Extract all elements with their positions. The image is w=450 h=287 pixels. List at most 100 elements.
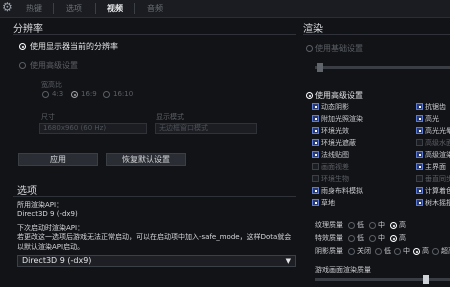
checkbox-label: 法线贴图 xyxy=(321,151,349,159)
shadow-off-label: 关闭 xyxy=(357,247,371,255)
checkbox[interactable] xyxy=(416,163,423,170)
checkbox-label: 环境光遮蔽 xyxy=(321,139,356,147)
radio-advanced-resolution[interactable] xyxy=(19,62,26,69)
divider xyxy=(303,34,450,35)
shadow-mid-label: 中 xyxy=(403,247,410,255)
restore-defaults-button[interactable]: 恢复默认设置 xyxy=(106,153,186,166)
checkbox[interactable] xyxy=(416,151,423,158)
chevron-down-icon: ▼ xyxy=(285,257,291,265)
render-quality-label: 游戏画面渲染质量 xyxy=(315,266,371,274)
tab-options[interactable]: 选项 xyxy=(66,3,82,14)
radio-shadow-high[interactable] xyxy=(413,248,420,255)
top-tab-bar: ⚙ 热键 选项 视频 音频 xyxy=(0,0,450,18)
tab-hotkeys[interactable]: 热键 xyxy=(26,3,42,14)
radio-aspect-16-10[interactable] xyxy=(103,91,110,98)
radio-effects-mid[interactable] xyxy=(369,235,376,242)
checkbox[interactable] xyxy=(416,187,423,194)
checkbox-label: 雨身布料模拟 xyxy=(321,187,363,195)
effects-low-label: 低 xyxy=(357,234,364,242)
radio-shadow-ultra[interactable] xyxy=(432,248,439,255)
checkbox-label: 高光 xyxy=(425,115,439,123)
effects-quality-label: 特效质量 xyxy=(315,234,343,242)
checkbox[interactable] xyxy=(416,139,423,146)
checkbox[interactable] xyxy=(416,175,423,182)
aspect-ratio-label: 宽高比 xyxy=(41,81,62,89)
radio-monitor-resolution[interactable] xyxy=(19,43,26,50)
checkbox-label: 动态阴影 xyxy=(321,103,349,111)
apply-button[interactable]: 应用 xyxy=(18,153,98,166)
tab-divider xyxy=(134,3,135,14)
radio-aspect-16-9[interactable] xyxy=(71,91,78,98)
radio-aspect-4-3[interactable] xyxy=(42,91,49,98)
checkbox-label: 垂直同步 xyxy=(425,175,450,183)
radio-shadow-mid[interactable] xyxy=(394,248,401,255)
render-quality-slider[interactable] xyxy=(315,278,450,281)
next-api-description: 若更改这一选项后游戏无法正常启动，可以在启动项中加入-safe_mode，这样D… xyxy=(17,233,292,251)
radio-texture-high[interactable] xyxy=(390,222,397,229)
right-panel: 渲染 使用基础设置 使用高级设置 动态阴影 附加光照渲染 环境光效 环境光遮蔽 … xyxy=(303,20,450,287)
basic-quality-slider-handle[interactable] xyxy=(317,63,323,72)
checkbox-label: 计算着色 xyxy=(425,187,450,195)
radio-effects-low[interactable] xyxy=(348,235,355,242)
texture-low-label: 低 xyxy=(357,221,364,229)
effects-high-label: 高 xyxy=(399,234,406,242)
checkbox[interactable] xyxy=(312,163,319,170)
render-api-dropdown-value: Direct3D 9 (-dx9) xyxy=(22,256,92,265)
checkbox-label: 高级渲染 xyxy=(425,151,450,159)
checkbox[interactable] xyxy=(416,103,423,110)
render-title: 渲染 xyxy=(303,24,323,35)
monitor-resolution-label: 使用显示器当前的分辨率 xyxy=(30,42,118,51)
shadow-quality-label: 阴影质量 xyxy=(315,247,343,255)
gear-icon[interactable]: ⚙ xyxy=(2,0,16,14)
options-title: 选项 xyxy=(17,186,37,197)
effects-mid-label: 中 xyxy=(378,234,385,242)
checkbox-label: 附加光照渲染 xyxy=(321,115,363,123)
tab-video[interactable]: 视频 xyxy=(107,3,123,14)
checkbox-label: 抗锯齿 xyxy=(425,103,446,111)
api-label: 所用渲染API： xyxy=(17,201,64,209)
shadow-ultra-label: 超高 xyxy=(441,247,450,255)
radio-effects-high[interactable] xyxy=(390,235,397,242)
render-quality-slider-handle[interactable] xyxy=(423,275,429,284)
checkbox[interactable] xyxy=(312,187,319,194)
checkbox[interactable] xyxy=(312,151,319,158)
size-select[interactable]: 1680x960 (60 Hz) xyxy=(39,123,147,134)
divider xyxy=(13,34,296,35)
resolution-title: 分辨率 xyxy=(13,24,43,35)
aspect-16-10-label: 16:10 xyxy=(113,90,134,98)
left-panel: 分辨率 使用显示器当前的分辨率 使用高级设置 宽高比 4:3 16:9 16:1… xyxy=(13,20,296,287)
texture-mid-label: 中 xyxy=(378,221,385,229)
radio-advanced-settings[interactable] xyxy=(306,92,313,99)
display-mode-select[interactable]: 无边框窗口模式 xyxy=(155,123,257,134)
checkbox-label: 高级水面 xyxy=(425,139,450,147)
checkbox[interactable] xyxy=(312,115,319,122)
divider xyxy=(13,196,296,197)
checkbox[interactable] xyxy=(312,127,319,134)
advanced-settings-label: 使用高级设置 xyxy=(315,91,363,100)
checkbox-label: 环境生物 xyxy=(321,175,349,183)
checkbox[interactable] xyxy=(416,115,423,122)
checkbox[interactable] xyxy=(416,127,423,134)
checkbox[interactable] xyxy=(312,199,319,206)
shadow-low-label: 低 xyxy=(384,247,391,255)
api-value: Direct3D 9 (-dx9) xyxy=(17,210,78,218)
tab-divider xyxy=(53,3,54,14)
checkbox-label: 草地 xyxy=(321,199,335,207)
checkbox[interactable] xyxy=(312,139,319,146)
radio-basic-settings[interactable] xyxy=(306,45,313,52)
radio-shadow-low[interactable] xyxy=(375,248,382,255)
checkbox[interactable] xyxy=(416,199,423,206)
checkbox[interactable] xyxy=(312,175,319,182)
basic-settings-label: 使用基础设置 xyxy=(315,44,363,53)
display-mode-label: 显示模式 xyxy=(156,113,184,121)
radio-texture-mid[interactable] xyxy=(369,222,376,229)
radio-texture-low[interactable] xyxy=(348,222,355,229)
checkbox-label: 高光光晕 xyxy=(425,127,450,135)
radio-shadow-off[interactable] xyxy=(348,248,355,255)
basic-quality-slider[interactable] xyxy=(315,66,450,69)
checkbox-label: 环境光效 xyxy=(321,127,349,135)
checkbox[interactable] xyxy=(312,103,319,110)
render-api-dropdown[interactable]: Direct3D 9 (-dx9) ▼ xyxy=(17,255,296,267)
size-label: 尺寸 xyxy=(41,113,55,121)
tab-audio[interactable]: 音频 xyxy=(147,3,163,14)
